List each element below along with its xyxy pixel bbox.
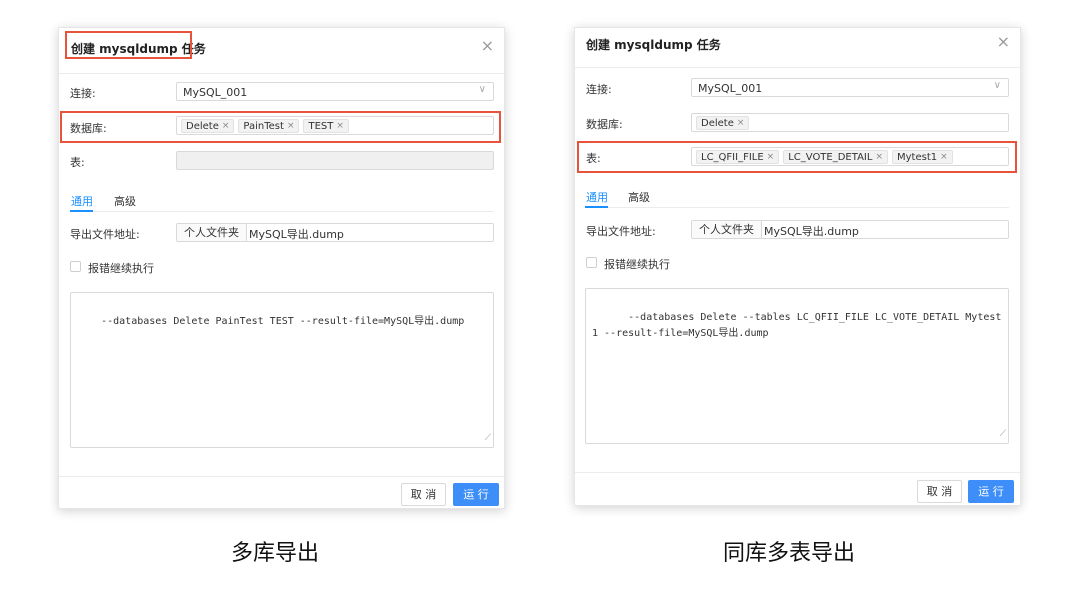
resize-icon[interactable]: ⟋ xyxy=(1000,426,1006,442)
connection-value: MySQL_001 xyxy=(183,86,248,99)
tab-divider xyxy=(70,211,494,212)
export-path-label: 导出文件地址: xyxy=(70,228,140,241)
table-tag: LC_QFII_FILE × xyxy=(696,150,780,164)
table-tag: Mytest1 × xyxy=(892,150,953,164)
tag-remove-icon[interactable]: × xyxy=(737,118,745,128)
chevron-down-icon: ∨ xyxy=(478,84,486,95)
table-label: 表: xyxy=(586,152,601,165)
close-icon[interactable]: × xyxy=(997,34,1010,50)
export-path-input[interactable]: 个人文件夹 MySQL导出.dump xyxy=(691,220,1009,239)
cancel-button[interactable]: 取 消 xyxy=(917,480,962,503)
tag-remove-icon[interactable]: × xyxy=(222,121,230,131)
tab-advanced[interactable]: 高级 xyxy=(114,193,136,209)
database-label: 数据库: xyxy=(70,122,107,135)
tab-advanced[interactable]: 高级 xyxy=(628,189,650,205)
command-text: --databases Delete PainTest TEST --resul… xyxy=(101,316,465,327)
table-multiselect[interactable] xyxy=(176,151,494,170)
run-button[interactable]: 运 行 xyxy=(968,480,1014,503)
connection-value: MySQL_001 xyxy=(698,82,763,95)
title-highlight-box xyxy=(65,31,192,59)
table-multiselect[interactable]: LC_QFII_FILE × LC_VOTE_DETAIL × Mytest1 × xyxy=(691,147,1009,166)
database-tag: PainTest × xyxy=(238,119,300,133)
tag-remove-icon[interactable]: × xyxy=(767,152,775,162)
tab-general[interactable]: 通用 xyxy=(586,189,608,205)
connection-label: 连接: xyxy=(70,87,96,100)
database-tags: Delete × PainTest × TEST × xyxy=(181,119,349,133)
database-multiselect[interactable]: Delete × xyxy=(691,113,1009,132)
path-value: MySQL导出.dump xyxy=(764,225,859,238)
table-tags: LC_QFII_FILE × LC_VOTE_DETAIL × Mytest1 × xyxy=(696,150,953,164)
tag-remove-icon[interactable]: × xyxy=(287,121,295,131)
export-path-input[interactable]: 个人文件夹 MySQL导出.dump xyxy=(176,223,494,242)
command-textarea[interactable]: --databases Delete --tables LC_QFII_FILE… xyxy=(585,288,1009,444)
path-prefix-addon[interactable]: 个人文件夹 xyxy=(177,224,247,241)
continue-on-error-label: 报错继续执行 xyxy=(88,262,154,275)
database-tags: Delete × xyxy=(696,116,750,130)
continue-on-error-checkbox[interactable] xyxy=(586,257,597,268)
tab-active-underline xyxy=(70,210,93,212)
database-tag: Delete × xyxy=(181,119,235,133)
footer-divider xyxy=(575,472,1020,473)
command-text: --databases Delete --tables LC_QFII_FILE… xyxy=(592,312,1002,339)
tab-divider xyxy=(585,207,1009,208)
export-path-label: 导出文件地址: xyxy=(586,225,656,238)
path-value: MySQL导出.dump xyxy=(249,228,344,241)
tag-remove-icon[interactable]: × xyxy=(336,121,344,131)
dialog-title: 创建 mysqldump 任务 xyxy=(586,38,721,52)
mysqldump-dialog-multi-table: 创建 mysqldump 任务 × 连接: MySQL_001 ∨ 数据库: D… xyxy=(574,27,1021,506)
database-tag: TEST × xyxy=(303,119,349,133)
table-label: 表: xyxy=(70,156,85,169)
run-button[interactable]: 运 行 xyxy=(453,483,499,506)
mysqldump-dialog-multi-db: 创建 mysqldump 任务 × 连接: MySQL_001 ∨ 数据库: D… xyxy=(58,27,505,509)
tab-active-underline xyxy=(585,206,608,208)
path-prefix-addon[interactable]: 个人文件夹 xyxy=(692,221,762,238)
continue-on-error-label: 报错继续执行 xyxy=(604,258,670,271)
connection-select[interactable]: MySQL_001 ∨ xyxy=(176,82,494,101)
connection-select[interactable]: MySQL_001 ∨ xyxy=(691,78,1009,97)
continue-on-error-checkbox[interactable] xyxy=(70,261,81,272)
database-multiselect[interactable]: Delete × PainTest × TEST × xyxy=(176,116,494,135)
cancel-button[interactable]: 取 消 xyxy=(401,483,446,506)
command-textarea[interactable]: --databases Delete PainTest TEST --resul… xyxy=(70,292,494,448)
caption-multi-db: 多库导出 xyxy=(231,541,320,566)
database-label: 数据库: xyxy=(586,118,623,131)
table-tag: LC_VOTE_DETAIL × xyxy=(783,150,888,164)
tag-remove-icon[interactable]: × xyxy=(875,152,883,162)
tab-general[interactable]: 通用 xyxy=(71,193,93,209)
resize-icon[interactable]: ⟋ xyxy=(485,430,491,446)
caption-multi-table: 同库多表导出 xyxy=(723,541,856,566)
tag-remove-icon[interactable]: × xyxy=(940,152,948,162)
dialog-title-bar: 创建 mysqldump 任务 × xyxy=(575,28,1020,68)
chevron-down-icon: ∨ xyxy=(993,80,1001,91)
footer-divider xyxy=(59,476,504,477)
connection-label: 连接: xyxy=(586,83,612,96)
close-icon[interactable]: × xyxy=(481,38,494,54)
database-tag: Delete × xyxy=(696,116,750,130)
